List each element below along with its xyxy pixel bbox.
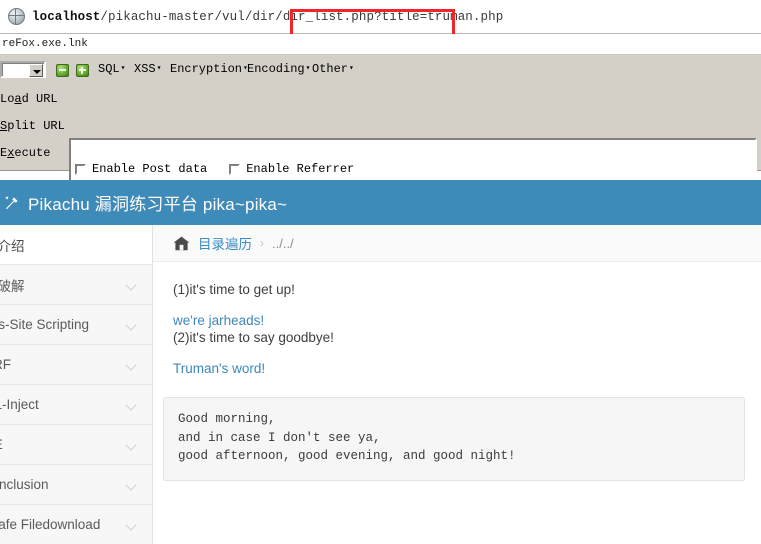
chevron-down-icon: ▾ (120, 64, 126, 73)
code-output-text: Good morning, and in case I don't see ya… (178, 412, 516, 463)
menu-label: Encryption (170, 62, 243, 76)
sidebar-item-label: oss-Site Scripting (0, 317, 90, 332)
bookmarks-bar[interactable]: reFox.exe.lnk (0, 34, 761, 55)
hackbar-menu-xss[interactable]: XSS▾ (134, 60, 161, 78)
menu-label: XSS (134, 62, 156, 76)
menu-label: Encoding (247, 62, 305, 76)
chevron-down-icon (126, 279, 138, 291)
breadcrumb-current: ../../ (272, 235, 294, 251)
sidebar-item-label: 统介绍 (0, 238, 25, 254)
load-url-button[interactable]: Load URL (0, 92, 66, 109)
hackbar-toolbar: SQL▾ XSS▾ Encryption▾ Encoding▾ Other▾ L… (0, 55, 761, 203)
btn-accesskey: a (14, 92, 22, 106)
btn-post: ecute (14, 146, 51, 160)
btn-post: plit URL (7, 119, 65, 133)
page-body: 统介绍 力破解 oss-Site Scripting SRF QL-Inject… (0, 225, 761, 544)
sidebar-item-rce[interactable]: CE (0, 425, 152, 465)
checkbox-box[interactable] (75, 163, 86, 175)
breadcrumb: 目录遍历 › ../../ (153, 225, 761, 262)
page-header: Pikachu 漏洞练习平台 pika~pika~ (0, 180, 761, 225)
minus-icon[interactable] (56, 64, 69, 77)
chevron-down-icon: ▾ (156, 64, 162, 73)
hackbar-profile-select[interactable] (0, 61, 46, 78)
btn-post: d URL (21, 92, 58, 106)
content-line-1: (1)it's time to get up! (173, 282, 295, 297)
enable-referrer-checkbox[interactable]: Enable Referrer (229, 162, 354, 176)
hackbar-menu-encoding[interactable]: Encoding▾ (247, 60, 310, 78)
hackbar-menu-sql[interactable]: SQL▾ (98, 60, 125, 78)
sidebar-item-label: e Inclusion (0, 477, 49, 492)
chevron-down-icon (126, 319, 138, 331)
sidebar-item-label: nsafe Filedownload (0, 517, 101, 532)
chevron-down-icon (126, 439, 138, 451)
sidebar-item-file-inclusion[interactable]: e Inclusion (0, 465, 152, 505)
plus-icon[interactable] (76, 64, 89, 77)
home-icon (173, 236, 190, 251)
sidebar-item-label: SRF (0, 357, 11, 372)
bookmark-item-firefox[interactable]: reFox.exe.lnk (0, 38, 88, 50)
checkbox-box[interactable] (229, 163, 241, 175)
sidebar-item-csrf[interactable]: SRF (0, 345, 152, 385)
menu-label: SQL (98, 62, 120, 76)
enable-post-data-checkbox[interactable]: Enable Post data (75, 162, 207, 176)
sidebar-item-label: CE (0, 437, 126, 452)
page-title: Pikachu 漏洞练习平台 pika~pika~ (28, 195, 288, 214)
pikachu-icon (4, 195, 20, 211)
sidebar-item-xss[interactable]: oss-Site Scripting (0, 305, 152, 345)
chevron-down-icon (126, 359, 138, 371)
sidebar-item-label: 力破解 (0, 278, 25, 294)
sidebar-item-intro[interactable]: 统介绍 (0, 225, 152, 265)
content-link-truman[interactable]: Truman's word! (173, 361, 741, 376)
browser-window: localhost/pikachu-master/vul/dir/dir_lis… (0, 0, 761, 544)
chevron-down-icon (126, 399, 138, 411)
breadcrumb-separator: › (260, 236, 264, 250)
hackbar-options-row: Enable Post data Enable Referrer (0, 160, 761, 178)
checkbox-label: Enable Post data (92, 162, 208, 176)
chevron-down-icon: ▾ (305, 64, 311, 73)
sidebar: 统介绍 力破解 oss-Site Scripting SRF QL-Inject… (0, 225, 153, 544)
code-output-panel: Good morning, and in case I don't see ya… (163, 397, 745, 481)
chevron-down-icon (126, 479, 138, 491)
hackbar-menu-encryption[interactable]: Encryption▾ (170, 60, 248, 78)
chevron-down-icon[interactable] (29, 64, 43, 77)
content-line-2: (2)it's time to say goodbye! (173, 330, 334, 345)
sidebar-item-bruteforce[interactable]: 力破解 (0, 265, 152, 305)
content-link-jarheads[interactable]: we're jarheads! (173, 313, 741, 328)
split-url-button[interactable]: Split URL (0, 119, 66, 136)
sidebar-item-unsafe-filedownload[interactable]: nsafe Filedownload (0, 505, 152, 544)
url-host: localhost (32, 9, 101, 24)
sidebar-item-sql-inject[interactable]: QL-Inject (0, 385, 152, 425)
chevron-down-icon: ▾ (349, 64, 354, 73)
globe-icon (8, 8, 25, 25)
menu-label: Other (312, 62, 349, 76)
hackbar-menu-other[interactable]: Other▾ (312, 60, 354, 78)
sidebar-item-label: QL-Inject (0, 397, 39, 412)
article: (1)it's time to get up! we're jarheads! … (153, 262, 761, 376)
main-content: 目录遍历 › ../../ (1)it's time to get up! we… (153, 225, 761, 544)
chevron-down-icon (126, 519, 138, 531)
btn-pre: Lo (0, 92, 15, 106)
breadcrumb-link[interactable]: 目录遍历 (198, 233, 252, 253)
checkbox-label: Enable Referrer (246, 162, 355, 176)
